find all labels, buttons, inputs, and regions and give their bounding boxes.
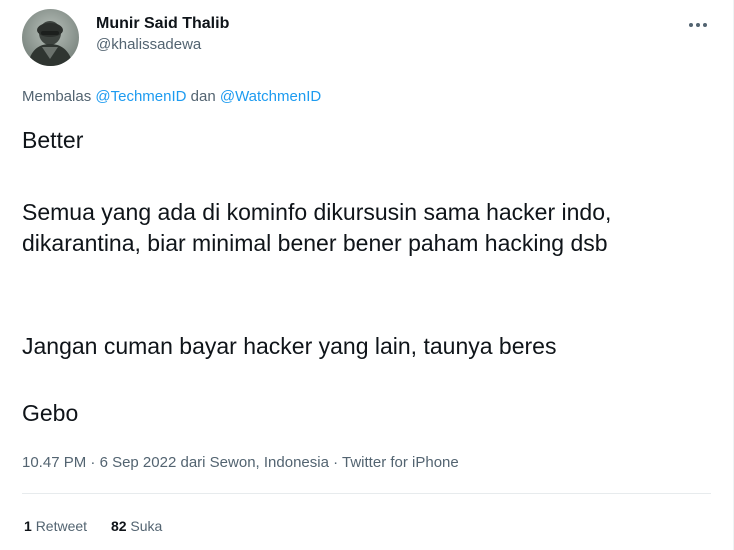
- author-handle[interactable]: @khalissadewa: [96, 35, 229, 54]
- meta-separator: ·: [333, 454, 339, 471]
- likes-stat[interactable]: 82 Suka: [111, 518, 162, 534]
- mention-link[interactable]: @WatchmenID: [220, 88, 321, 105]
- tweet-card: Munir Said Thalib @khalissadewa Membalas…: [0, 0, 734, 550]
- reply-prefix: Membalas: [22, 88, 92, 105]
- tweet-location[interactable]: Sewon, Indonesia: [210, 454, 329, 471]
- reply-context: Membalas @TechmenID dan @WatchmenID: [22, 87, 321, 107]
- retweets-stat[interactable]: 1 Retweet: [24, 518, 87, 534]
- tweet-paragraph: Jangan cuman bayar hacker yang lain, tau…: [22, 333, 557, 359]
- mention-link[interactable]: @TechmenID: [95, 88, 186, 105]
- avatar[interactable]: [22, 9, 79, 66]
- likes-label: Suka: [130, 518, 163, 534]
- more-button[interactable]: [685, 12, 711, 38]
- tweet-paragraph: Semua yang ada di kominfo dikursusin sam…: [22, 199, 612, 256]
- author-block: Munir Said Thalib @khalissadewa: [96, 14, 229, 54]
- author-display-name[interactable]: Munir Said Thalib: [96, 14, 229, 33]
- meta-separator: ·: [90, 454, 96, 471]
- divider: [22, 493, 711, 494]
- retweets-label: Retweet: [35, 518, 88, 534]
- tweet-paragraph: Better: [22, 127, 84, 153]
- reply-joiner: dan: [190, 88, 216, 105]
- likes-count: 82: [110, 518, 127, 534]
- location-prefix: dari: [180, 454, 206, 471]
- tweet-paragraph: Gebo: [22, 400, 79, 426]
- tweet-stats: 1 Retweet 82 Suka: [24, 516, 182, 536]
- more-horizontal-icon: [689, 23, 707, 27]
- tweet-meta: 10.47 PM · 6 Sep 2022 dari Sewon, Indone…: [22, 453, 459, 473]
- tweet-source[interactable]: Twitter for iPhone: [342, 454, 459, 471]
- tweet-date[interactable]: 6 Sep 2022: [100, 454, 177, 471]
- retweets-count: 1: [24, 518, 32, 534]
- avatar-photo: [22, 9, 79, 66]
- tweet-time[interactable]: 10.47 PM: [22, 454, 86, 471]
